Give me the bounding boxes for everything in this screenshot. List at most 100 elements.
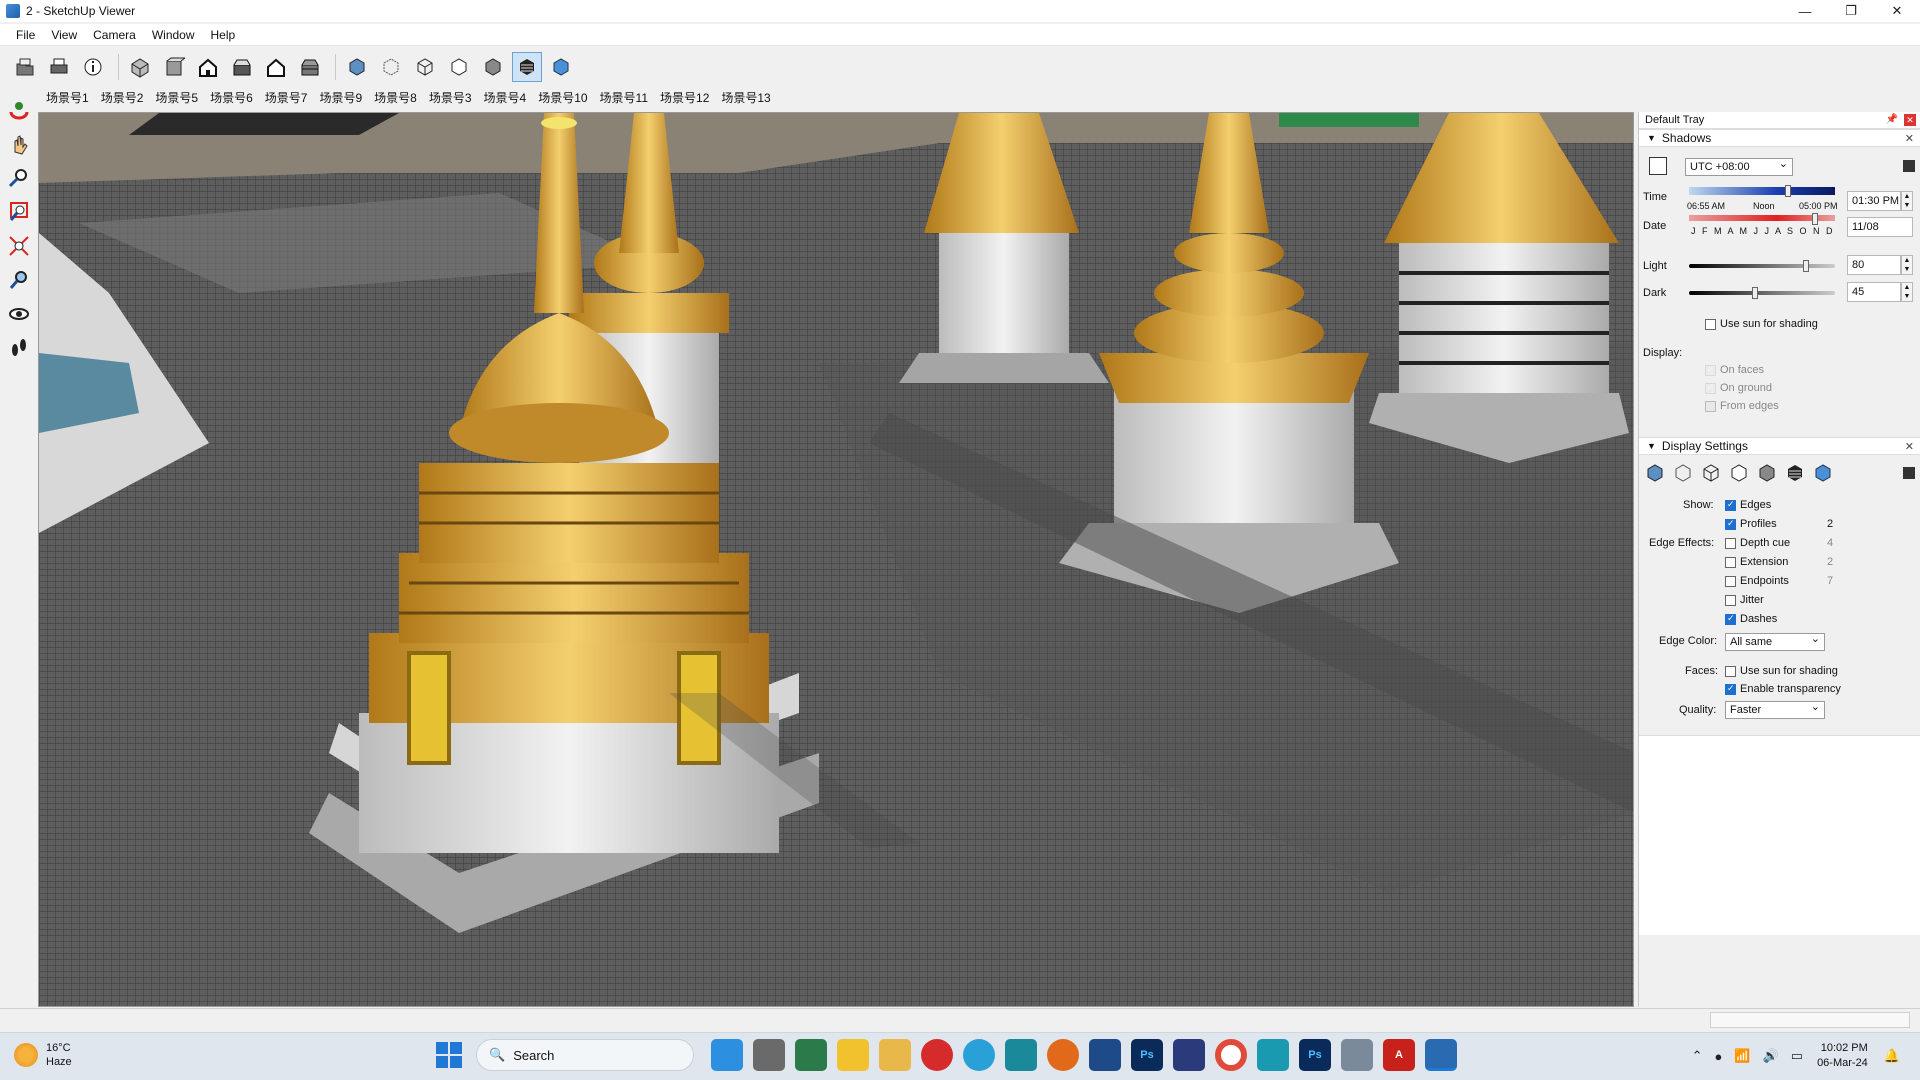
taskbar-search[interactable]: 🔍 Search bbox=[476, 1039, 694, 1071]
shaded-textures-style-icon[interactable] bbox=[1785, 463, 1805, 483]
hiddenline-style-icon[interactable] bbox=[444, 52, 474, 82]
extension-value[interactable]: 2 bbox=[1827, 556, 1833, 568]
photoshop-icon[interactable]: Ps bbox=[1131, 1039, 1163, 1071]
photoshop-icon[interactable]: Ps bbox=[1299, 1039, 1331, 1071]
opera-icon[interactable] bbox=[921, 1039, 953, 1071]
panel-close-icon[interactable]: ✕ bbox=[1905, 440, 1914, 453]
chrome-icon[interactable] bbox=[1215, 1039, 1247, 1071]
tray-close-icon[interactable]: ✕ bbox=[1904, 114, 1916, 126]
scene-tab[interactable]: 场景号2 bbox=[95, 89, 150, 106]
extension-checkbox[interactable] bbox=[1725, 557, 1736, 568]
backedges-style-icon[interactable] bbox=[1673, 463, 1693, 483]
previous-view-icon[interactable] bbox=[2, 264, 36, 296]
close-button[interactable]: ✕ bbox=[1874, 0, 1920, 22]
shadows-panel-header[interactable]: ▼ Shadows ✕ bbox=[1639, 129, 1920, 147]
display-settings-header[interactable]: ▼ Display Settings ✕ bbox=[1639, 437, 1920, 455]
menu-help[interactable]: Help bbox=[203, 28, 244, 42]
clock[interactable]: 10:02 PM 06-Mar-24 bbox=[1817, 1041, 1868, 1071]
scene-tab[interactable]: 场景号9 bbox=[313, 89, 368, 106]
dark-slider-thumb[interactable] bbox=[1751, 287, 1758, 299]
light-input[interactable]: 80 bbox=[1847, 255, 1901, 275]
grammarly-icon[interactable] bbox=[1047, 1039, 1079, 1071]
time-input[interactable]: 01:30 PM bbox=[1847, 191, 1901, 211]
use-sun-checkbox[interactable] bbox=[1705, 319, 1716, 330]
sticky-notes-icon[interactable] bbox=[837, 1039, 869, 1071]
jitter-checkbox[interactable] bbox=[1725, 595, 1736, 606]
date-slider-thumb[interactable] bbox=[1811, 213, 1818, 225]
profiles-value[interactable]: 2 bbox=[1827, 518, 1833, 530]
maximize-button[interactable]: ❐ bbox=[1828, 0, 1874, 22]
app-icon[interactable] bbox=[1257, 1039, 1289, 1071]
xray-style-icon[interactable] bbox=[342, 52, 372, 82]
depth-cue-checkbox[interactable] bbox=[1725, 538, 1736, 549]
menu-file[interactable]: File bbox=[8, 28, 43, 42]
minimize-button[interactable]: — bbox=[1782, 0, 1828, 22]
endpoints-checkbox[interactable] bbox=[1725, 576, 1736, 587]
weather-widget[interactable]: 16°C Haze bbox=[14, 1041, 72, 1069]
scene-tab[interactable]: 场景号3 bbox=[423, 89, 478, 106]
time-spinner[interactable]: ▲ ▼ bbox=[1901, 191, 1913, 211]
xray-style-icon[interactable] bbox=[1645, 463, 1665, 483]
scene-tab[interactable]: 场景号5 bbox=[149, 89, 204, 106]
iso-view-icon[interactable] bbox=[125, 52, 155, 82]
wifi-icon[interactable]: 📶 bbox=[1734, 1048, 1750, 1064]
profiles-checkbox[interactable] bbox=[1725, 518, 1736, 530]
time-slider-thumb[interactable] bbox=[1785, 185, 1792, 197]
app-icon[interactable] bbox=[1005, 1039, 1037, 1071]
telegram-icon[interactable] bbox=[963, 1039, 995, 1071]
file-explorer-icon[interactable] bbox=[879, 1039, 911, 1071]
measurements-box[interactable] bbox=[1710, 1012, 1910, 1028]
monochrome-style-icon[interactable] bbox=[1813, 463, 1833, 483]
left-view-icon[interactable] bbox=[295, 52, 325, 82]
collapse-triangle-icon[interactable]: ▼ bbox=[1647, 441, 1656, 451]
scene-tab[interactable]: 场景号10 bbox=[532, 89, 593, 106]
print-icon[interactable] bbox=[44, 52, 74, 82]
battery-icon[interactable]: ▭ bbox=[1791, 1048, 1803, 1064]
menu-view[interactable]: View bbox=[43, 28, 85, 42]
shaded-style-icon[interactable] bbox=[1757, 463, 1777, 483]
front-view-icon[interactable] bbox=[193, 52, 223, 82]
scene-tab[interactable]: 场景号6 bbox=[204, 89, 259, 106]
date-input[interactable]: 11/08 bbox=[1847, 217, 1913, 237]
enable-transparency-checkbox[interactable] bbox=[1725, 683, 1736, 695]
image-viewer-icon[interactable] bbox=[1341, 1039, 1373, 1071]
look-around-icon[interactable] bbox=[2, 298, 36, 330]
menu-camera[interactable]: Camera bbox=[85, 28, 144, 42]
chevron-up-icon[interactable]: ⌃ bbox=[1692, 1048, 1703, 1064]
sketchup-viewer-taskbar-icon[interactable] bbox=[1425, 1039, 1457, 1071]
volume-icon[interactable]: 🔊 bbox=[1763, 1048, 1779, 1064]
backedges-style-icon[interactable] bbox=[376, 52, 406, 82]
pin-icon[interactable]: 📌 bbox=[1886, 114, 1898, 125]
wireframe-style-icon[interactable] bbox=[410, 52, 440, 82]
wireframe-style-icon[interactable] bbox=[1701, 463, 1721, 483]
walk-icon[interactable] bbox=[2, 332, 36, 364]
depth-cue-value[interactable]: 4 bbox=[1827, 537, 1833, 549]
dark-spinner[interactable]: ▲ ▼ bbox=[1901, 282, 1913, 302]
scene-tab[interactable]: 场景号12 bbox=[654, 89, 715, 106]
light-slider-thumb[interactable] bbox=[1802, 260, 1809, 272]
copilot-icon[interactable] bbox=[711, 1039, 743, 1071]
scene-tab[interactable]: 场景号4 bbox=[478, 89, 533, 106]
zoom-icon[interactable] bbox=[2, 162, 36, 194]
from-edges-checkbox[interactable] bbox=[1705, 401, 1716, 412]
back-view-icon[interactable] bbox=[261, 52, 291, 82]
collapse-triangle-icon[interactable]: ▼ bbox=[1647, 133, 1656, 143]
network-app-icon[interactable]: ● bbox=[1715, 1049, 1723, 1064]
light-spinner[interactable]: ▲ ▼ bbox=[1901, 255, 1913, 275]
hiddenline-style-icon[interactable] bbox=[1729, 463, 1749, 483]
steam-icon[interactable] bbox=[1089, 1039, 1121, 1071]
acrobat-icon[interactable]: A bbox=[1383, 1039, 1415, 1071]
shaded-textures-style-icon[interactable] bbox=[512, 52, 542, 82]
scene-tab[interactable]: 场景号11 bbox=[594, 89, 654, 106]
shaded-style-icon[interactable] bbox=[478, 52, 508, 82]
notifications-icon[interactable]: 🔔 bbox=[1884, 1048, 1900, 1064]
monochrome-style-icon[interactable] bbox=[546, 52, 576, 82]
faces-use-sun-checkbox[interactable] bbox=[1725, 666, 1736, 677]
scene-tab[interactable]: 场景号1 bbox=[40, 89, 95, 106]
timezone-select[interactable]: UTC +08:00 bbox=[1685, 157, 1793, 176]
panel-close-icon[interactable]: ✕ bbox=[1905, 132, 1914, 145]
endpoints-value[interactable]: 7 bbox=[1827, 575, 1833, 587]
expand-details-icon[interactable] bbox=[1903, 160, 1915, 172]
dark-slider-track[interactable] bbox=[1689, 291, 1835, 295]
vector-app-icon[interactable] bbox=[1173, 1039, 1205, 1071]
